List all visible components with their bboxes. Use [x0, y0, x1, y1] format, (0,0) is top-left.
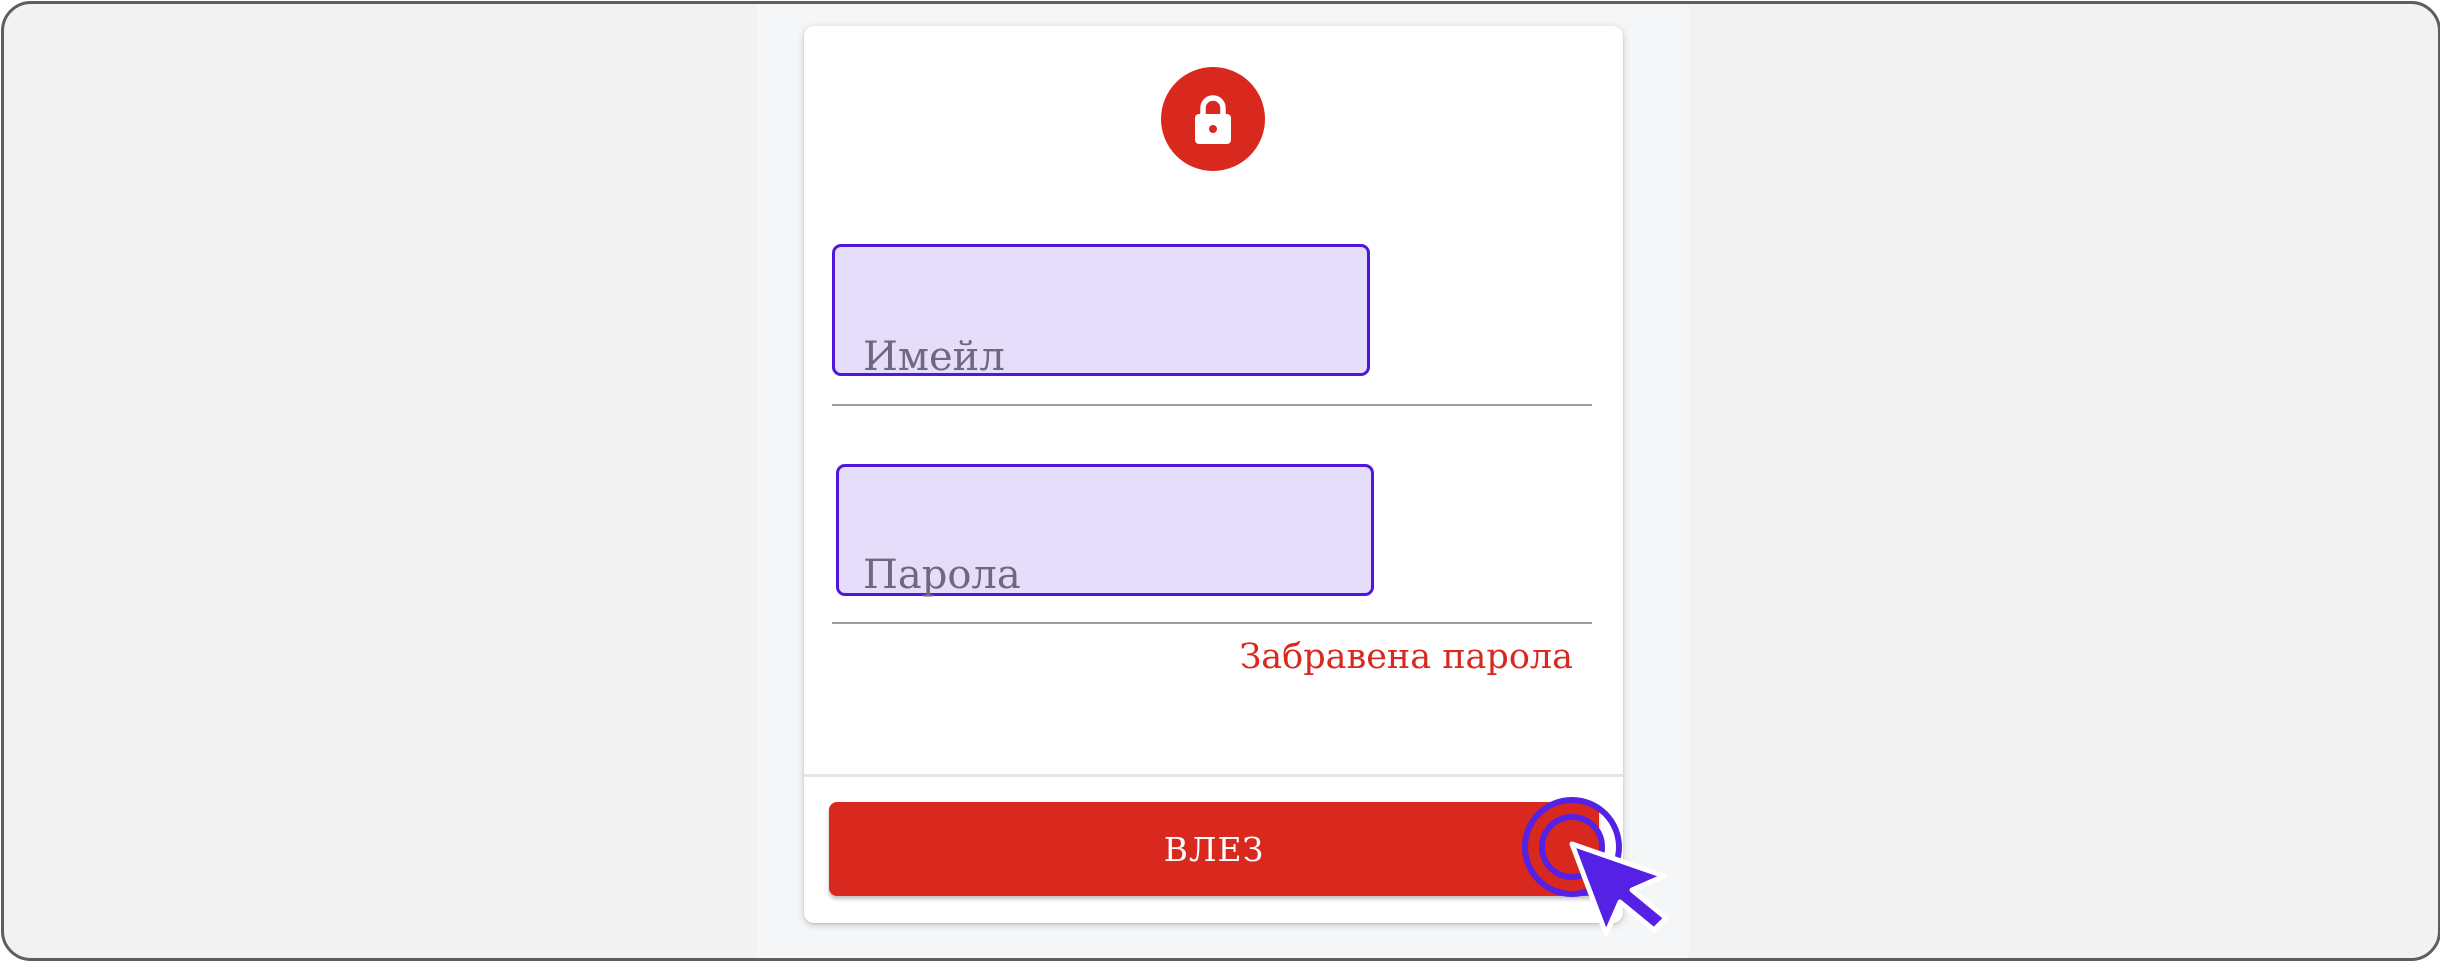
forgot-password-link[interactable]: Забравена парола	[1239, 637, 1573, 677]
lock-icon	[1195, 95, 1231, 144]
click-cursor-icon	[1522, 797, 1669, 937]
password-field[interactable]: Парола	[832, 464, 1592, 624]
email-underline	[832, 404, 1592, 406]
email-field[interactable]: Имейл	[832, 244, 1592, 406]
login-card: Имейл Парола Забравена парола ВЛЕЗ	[804, 26, 1623, 923]
login-button[interactable]: ВЛЕЗ	[829, 802, 1599, 896]
password-label: Парола	[863, 552, 1021, 598]
lock-badge	[1161, 67, 1265, 171]
card-divider	[804, 774, 1623, 777]
window-frame: Имейл Парола Забравена парола ВЛЕЗ	[1, 1, 2440, 961]
email-label: Имейл	[863, 334, 1005, 380]
password-underline	[832, 622, 1592, 624]
